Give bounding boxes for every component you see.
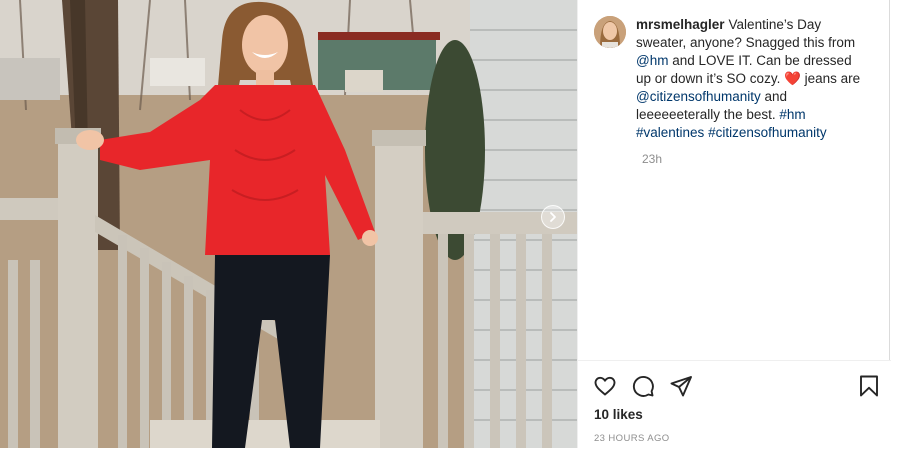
save-button[interactable] [856, 373, 882, 399]
likes-count[interactable]: 10 likes [594, 407, 643, 422]
post-details-panel: mrsmelhagler Valentine’s Day sweater, any… [577, 0, 900, 448]
caption-username[interactable]: mrsmelhagler [636, 17, 725, 32]
photo-illustration [0, 0, 577, 448]
avatar-image [594, 16, 626, 48]
caption-text: jeans are [800, 71, 861, 86]
like-button[interactable] [592, 373, 618, 399]
share-icon [670, 376, 692, 397]
hashtag-link[interactable]: #hm [779, 107, 805, 122]
avatar[interactable] [594, 16, 626, 48]
chevron-right-icon [550, 212, 556, 222]
panel-divider [889, 0, 890, 360]
heart-emoji: ❤️ [784, 71, 801, 86]
actions-section: 10 likes 23 HOURS AGO [578, 360, 891, 449]
hashtag-link[interactable]: #valentines [636, 125, 704, 140]
share-button[interactable] [668, 373, 694, 399]
post-caption: mrsmelhagler Valentine’s Day sweater, any… [636, 16, 866, 142]
mention-link[interactable]: @citizensofhumanity [636, 89, 761, 104]
next-photo-button[interactable] [541, 205, 565, 229]
post-timestamp[interactable]: 23 HOURS AGO [594, 433, 670, 444]
caption-block: mrsmelhagler Valentine’s Day sweater, any… [594, 16, 866, 142]
action-row [592, 373, 882, 399]
heart-icon [594, 376, 616, 396]
comment-icon [632, 375, 654, 397]
post-photo[interactable] [0, 0, 577, 448]
comment-button[interactable] [630, 373, 656, 399]
mention-link[interactable]: @hm [636, 53, 668, 68]
caption-time[interactable]: 23h [642, 152, 662, 166]
bookmark-icon [860, 375, 878, 397]
hashtag-link[interactable]: #citizensofhumanity [708, 125, 827, 140]
